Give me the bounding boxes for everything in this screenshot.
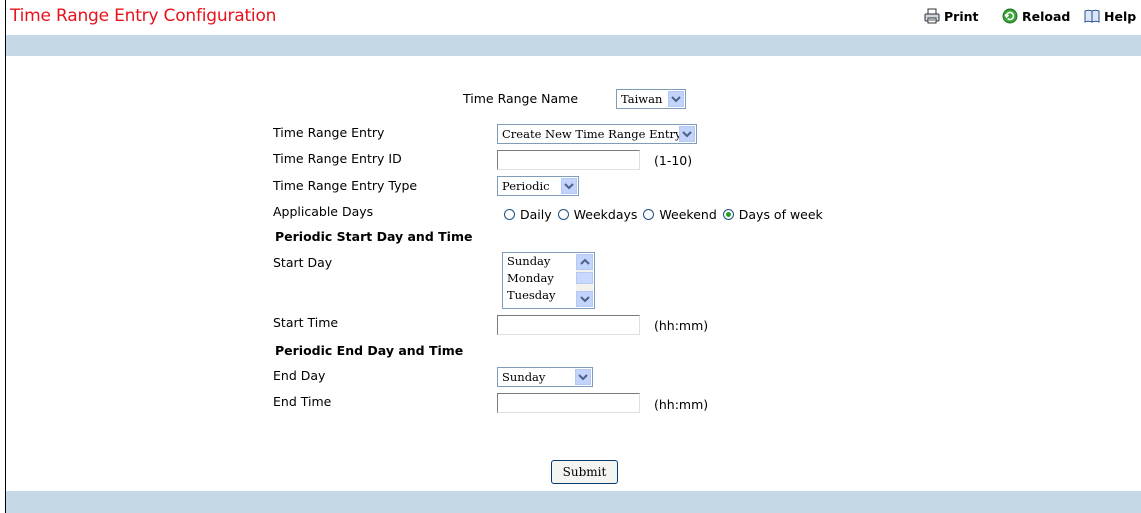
reload-icon [1002, 8, 1018, 24]
time-range-entry-label: Time Range Entry [273, 125, 385, 140]
radio-weekdays-label: Weekdays [573, 207, 638, 222]
content-frame: Time Range Entry Configuration Print Rel… [5, 0, 1141, 513]
time-range-name-label: Time Range Name [463, 91, 579, 106]
time-range-entry-type-label: Time Range Entry Type [273, 178, 418, 193]
radio-weekdays[interactable]: Weekdays [557, 207, 638, 222]
chevron-down-icon[interactable] [576, 291, 593, 307]
time-range-entry-type-select[interactable]: Periodic [497, 176, 579, 196]
radio-unchecked-icon [557, 209, 569, 220]
start-time-label: Start Time [273, 315, 339, 330]
radio-daily-label: Daily [520, 207, 552, 222]
scrollbar-thumb[interactable] [576, 272, 593, 284]
chevron-down-icon [679, 126, 695, 142]
radio-checked-icon [722, 209, 734, 220]
radio-weekend[interactable]: Weekend [643, 207, 717, 222]
reload-button[interactable]: Reload [1002, 8, 1070, 24]
help-book-icon [1084, 8, 1100, 24]
print-label: Print [944, 8, 979, 24]
radio-weekend-label: Weekend [659, 207, 717, 222]
start-day-listbox[interactable]: Sunday Monday Tuesday [502, 252, 595, 309]
radio-unchecked-icon [504, 209, 515, 220]
chevron-down-icon [668, 91, 684, 107]
print-button[interactable]: Print [924, 8, 979, 24]
printer-icon [924, 8, 940, 24]
chevron-up-icon[interactable] [576, 254, 593, 270]
time-range-entry-type-value: Periodic [502, 179, 550, 193]
applicable-days-label: Applicable Days [273, 204, 374, 219]
header-band [6, 35, 1141, 56]
reload-label: Reload [1022, 8, 1071, 24]
time-range-entry-select[interactable]: Create New Time Range Entry [497, 124, 697, 144]
end-time-input[interactable] [497, 393, 640, 413]
time-range-entry-value: Create New Time Range Entry [502, 127, 682, 141]
footer-band [6, 491, 1141, 513]
radio-days-of-week[interactable]: Days of week [722, 207, 823, 222]
applicable-days-radio-group: Daily Weekdays Weekend Days of week [504, 207, 829, 222]
radio-daily[interactable]: Daily [504, 207, 552, 222]
chevron-down-icon [561, 178, 577, 194]
chevron-down-icon [575, 369, 591, 385]
entry-id-range-hint: (1-10) [654, 153, 693, 168]
submit-button[interactable]: Submit [551, 460, 618, 484]
radio-unchecked-icon [643, 209, 655, 220]
radio-days-of-week-label: Days of week [738, 207, 823, 222]
time-range-entry-id-input[interactable] [497, 150, 640, 170]
end-time-format-hint: (hh:mm) [654, 397, 709, 412]
end-time-label: End Time [273, 394, 332, 409]
time-range-name-value: Taiwan [621, 92, 663, 106]
start-day-label: Start Day [273, 255, 333, 270]
toolbar: Print Reload Help [6, 8, 1141, 28]
help-label: Help [1104, 8, 1137, 24]
end-day-select[interactable]: Sunday [497, 367, 593, 387]
time-range-entry-id-label: Time Range Entry ID [273, 151, 402, 166]
time-range-name-select[interactable]: Taiwan [616, 89, 686, 109]
start-time-input[interactable] [497, 315, 640, 335]
start-time-format-hint: (hh:mm) [654, 318, 709, 333]
end-day-value: Sunday [502, 370, 546, 384]
periodic-end-header: Periodic End Day and Time [275, 343, 464, 358]
listbox-scrollbar[interactable] [576, 254, 593, 307]
periodic-start-header: Periodic Start Day and Time [275, 229, 473, 244]
help-button[interactable]: Help [1084, 8, 1136, 24]
end-day-label: End Day [273, 368, 326, 383]
